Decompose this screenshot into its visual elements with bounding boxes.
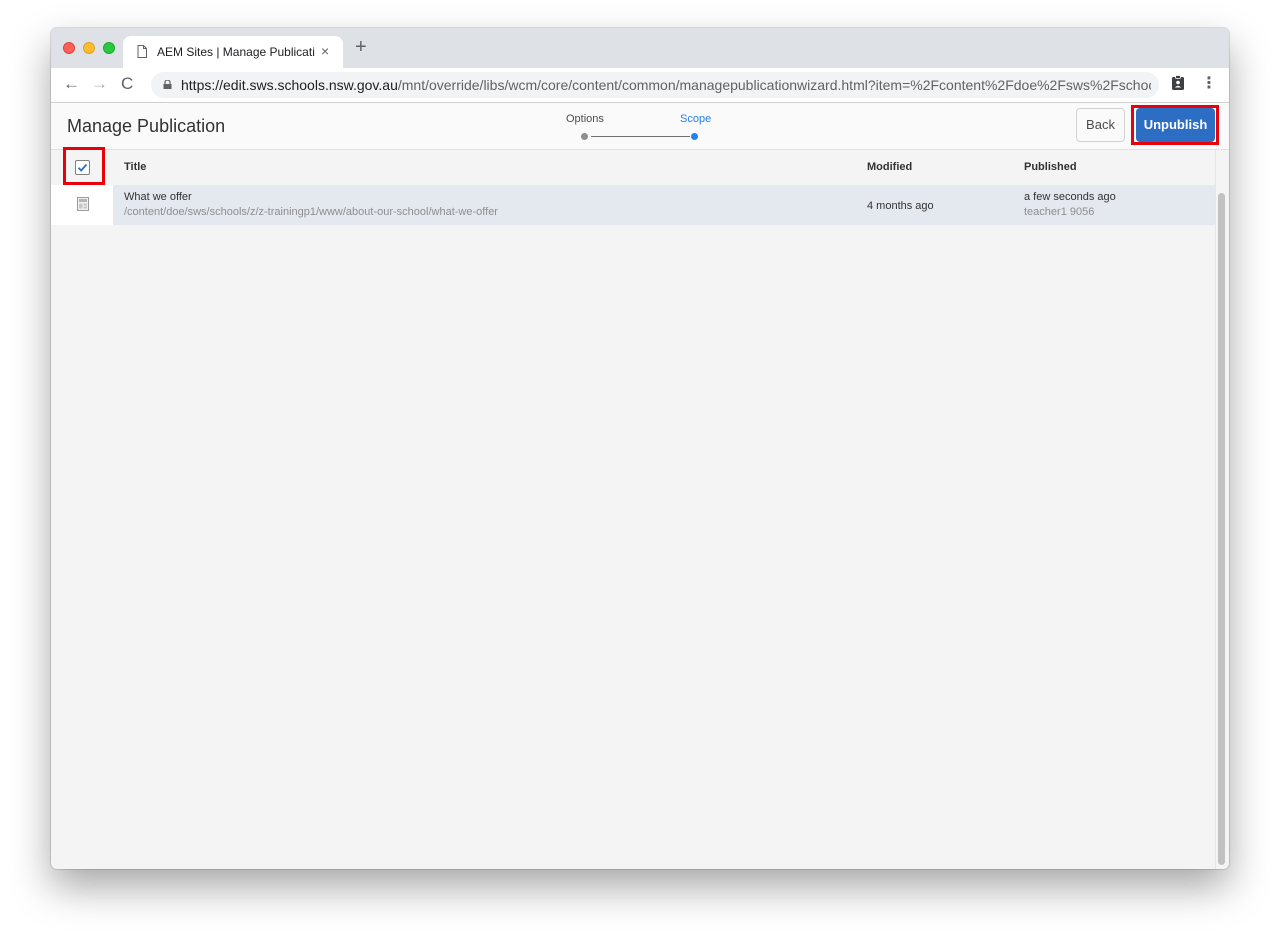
unpublish-highlight-box [1131,105,1219,145]
clipboard-extension-icon[interactable] [1171,75,1185,91]
minimize-window-button[interactable] [83,42,95,54]
column-header-modified[interactable]: Modified [867,161,912,173]
scrollbar-thumb[interactable] [1218,193,1225,865]
browser-menu-icon[interactable]: ⋮ [1201,73,1217,93]
back-button[interactable]: Back [1076,108,1125,142]
forward-arrow-icon[interactable]: → [91,74,108,94]
checkbox-highlight-box [63,147,105,185]
close-window-button[interactable] [63,42,75,54]
step-scope-dot [691,133,698,140]
page-thumbnail-icon [77,197,89,211]
row-modified: 4 months ago [867,200,934,212]
row-path: /content/doe/sws/schools/z/z-trainingp1/… [124,206,498,218]
row-published-by: teacher1 9056 [1024,206,1095,218]
lock-icon [163,80,172,89]
browser-tab[interactable]: AEM Sites | Manage Publication × [123,36,343,68]
url-path: /mnt/override/libs/wcm/core/content/comm… [397,77,1151,93]
new-tab-button[interactable]: + [355,37,367,57]
table-header: Title Modified Published [51,150,1215,185]
browser-window: AEM Sites | Manage Publication × + ← → C… [51,28,1229,869]
page-title: Manage Publication [67,116,226,136]
tab-strip: AEM Sites | Manage Publication × + [51,28,1229,68]
address-bar[interactable]: https://edit.sws.schools.nsw.gov.au/mnt/… [151,72,1159,98]
document-icon [137,45,147,58]
column-header-title[interactable]: Title [124,161,146,173]
column-header-published[interactable]: Published [1024,161,1077,173]
step-options-dot [581,133,588,140]
row-title: What we offer [124,191,192,203]
row-published: a few seconds ago [1024,191,1116,203]
url-text: https://edit.sws.schools.nsw.gov.au/mnt/… [181,77,1151,93]
step-scope-label[interactable]: Scope [680,113,711,125]
step-connector [591,136,690,137]
reload-icon[interactable]: C [121,74,133,94]
tab-close-icon[interactable]: × [321,43,329,59]
step-options-label[interactable]: Options [566,113,604,125]
app-header: Manage Publication Options Scope Back Un… [51,103,1229,150]
zoom-window-button[interactable] [103,42,115,54]
browser-toolbar: ← → C https://edit.sws.schools.nsw.gov.a… [51,68,1229,103]
url-host: https://edit.sws.schools.nsw.gov.au [181,77,398,93]
back-arrow-icon[interactable]: ← [63,74,80,94]
table-row[interactable]: What we offer /content/doe/sws/schools/z… [51,185,1215,225]
tab-title: AEM Sites | Manage Publication [157,45,315,59]
page-thumbnail [51,185,113,225]
